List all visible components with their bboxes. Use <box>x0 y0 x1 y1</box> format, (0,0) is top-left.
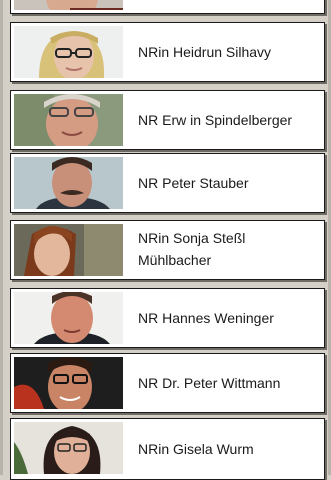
member-name: NR Erw in Spindelberger <box>138 112 293 128</box>
member-card[interactable]: NRin Gisela Wurm <box>10 418 325 480</box>
member-card[interactable]: NR Erw in Spindelberger <box>10 90 325 150</box>
member-name <box>138 0 318 13</box>
portrait-photo <box>14 0 123 10</box>
member-card[interactable] <box>10 0 325 14</box>
member-card[interactable]: NR Dr. Peter Wittmann <box>10 353 325 413</box>
portrait-photo <box>14 292 123 344</box>
left-frame-border <box>0 0 3 475</box>
portrait-photo <box>14 94 123 146</box>
portrait-photo <box>14 357 123 409</box>
member-card[interactable]: NR Hannes Weninger <box>10 288 325 348</box>
portrait-photo <box>14 422 123 474</box>
portrait-photo <box>14 26 123 78</box>
member-card[interactable]: NR Peter Stauber <box>10 153 325 213</box>
member-card[interactable]: NRin Sonja Steßl Mühlbacher <box>10 220 325 280</box>
member-name: NR Hannes Weninger <box>138 310 274 326</box>
member-name: NRin Gisela Wurm <box>138 441 254 457</box>
portrait-photo <box>14 157 123 209</box>
member-name: NR Dr. Peter Wittmann <box>138 375 281 391</box>
member-name: NRin Sonja Steßl Mühlbacher <box>138 230 246 268</box>
member-card[interactable]: NRin Heidrun Silhavy <box>10 22 325 82</box>
member-name: NRin Heidrun Silhavy <box>138 44 272 60</box>
member-name: NR Peter Stauber <box>138 175 249 191</box>
portrait-photo <box>14 224 123 276</box>
